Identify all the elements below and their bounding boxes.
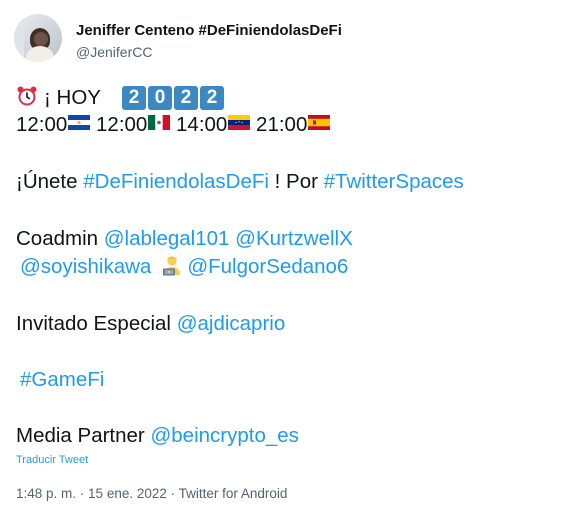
keycap-digit: 2 (173, 86, 198, 110)
mention-soyishikawa[interactable]: @soyishikawa (20, 255, 151, 278)
hashtag-definiendolasdefi[interactable]: #DeFiniendolasDeFi (83, 170, 269, 193)
avatar[interactable] (14, 14, 62, 62)
tweet-line-gamefi: #GameFi (20, 367, 104, 393)
time-venezuela: 14:00 (176, 113, 228, 136)
keycap-digit: 2 (199, 86, 224, 110)
author-name[interactable]: Jeniffer Centeno #DeFiniendolasDeFi (76, 22, 342, 39)
mention-lablegal101[interactable]: @lablegal101 (104, 227, 230, 250)
keycap-digit: 0 (147, 86, 172, 110)
tweet-meta: 1:48 p. m. · 15 ene. 2022 · Twitter for … (16, 486, 287, 501)
tweet-line-join: ¡Únete #DeFiniendolasDeFi ! Por #Twitter… (16, 169, 464, 195)
flag-mexico-icon (148, 115, 171, 130)
flag-spain-icon (308, 115, 331, 130)
guest-label: Invitado Especial (16, 312, 177, 335)
translate-tweet-link[interactable]: Traducir Tweet (16, 454, 88, 466)
mention-fulgorsedano6[interactable]: @FulgorSedano6 (187, 255, 348, 278)
tweet-line-times: 12:00 12:00 14:00 21:00 (16, 112, 331, 138)
technologist-icon (163, 256, 181, 276)
join-text: ¡Únete (16, 170, 84, 193)
tweet-date[interactable]: 15 ene. 2022 (88, 486, 167, 501)
flag-venezuela-icon (228, 115, 251, 130)
flag-el-salvador-icon (68, 115, 91, 130)
alarm-clock-icon (17, 86, 37, 106)
tweet-line-coadmin: Coadmin @lablegal101 @KurtzwellX (16, 226, 353, 252)
tweet-time[interactable]: 1:48 p. m. (16, 486, 76, 501)
partner-label: Media Partner (16, 424, 151, 447)
time-spain: 21:00 (256, 113, 308, 136)
tweet-line-partner: Media Partner @beincrypto_es (16, 423, 299, 449)
mention-ajdicaprio[interactable]: @ajdicaprio (177, 312, 286, 335)
tweet-source[interactable]: Twitter for Android (179, 486, 288, 501)
tweet-line-today: ¡ HOY 2022 (16, 85, 224, 111)
time-mexico: 12:00 (96, 113, 148, 136)
coadmin-label: Coadmin (16, 227, 104, 250)
author-handle[interactable]: @JeniferCC (76, 44, 152, 60)
meta-separator: · (76, 486, 89, 501)
hashtag-gamefi[interactable]: #GameFi (20, 368, 104, 391)
time-el-salvador: 12:00 (16, 113, 68, 136)
tweet-line-guest: Invitado Especial @ajdicaprio (16, 311, 285, 337)
keycap-digit: 2 (121, 86, 146, 110)
mention-beincrypto-es[interactable]: @beincrypto_es (150, 424, 298, 447)
join-middle-text: ! Por (268, 170, 324, 193)
hashtag-twitterspaces[interactable]: #TwitterSpaces (324, 170, 464, 193)
tweet-card: Jeniffer Centeno #DeFiniendolasDeFi @Jen… (0, 0, 586, 514)
meta-separator: · (166, 486, 179, 501)
today-label: ¡ HOY (44, 86, 101, 109)
tweet-line-coadmin-2: @soyishikawa @FulgorSedano6 (20, 254, 348, 280)
mention-kurtzwellx[interactable]: @KurtzwellX (235, 227, 353, 250)
